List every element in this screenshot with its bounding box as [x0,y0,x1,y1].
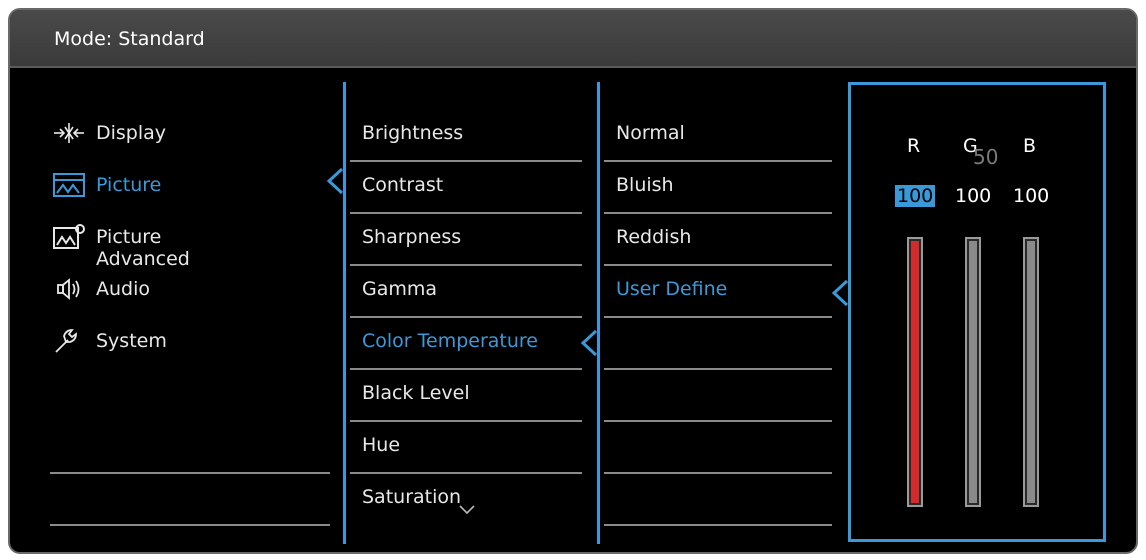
system-icon [55,329,77,353]
option-empty [604,422,832,474]
column-divider [343,82,346,544]
mode-title: Mode: Standard [54,28,205,50]
menu-label: Picture [96,174,162,196]
submenu-item-gamma[interactable]: Gamma [350,266,582,318]
option-label: Normal [616,122,685,144]
ghost-value: 50 [973,145,999,169]
level-bar-g[interactable] [965,237,981,507]
value-r[interactable]: 100 [895,185,936,207]
audio-icon [57,278,80,300]
option-empty [604,474,832,526]
option-user-define[interactable]: User Define [604,266,832,318]
chevron-left-icon [580,330,598,356]
item-label: Hue [362,434,401,456]
menu-label: System [96,330,167,352]
item-label: Black Level [362,382,470,404]
menu-item-empty [50,474,330,526]
picture-icon [53,173,85,197]
submenu-item-brightness[interactable]: Brightness [350,110,582,162]
level-bar-b[interactable] [1023,237,1039,507]
chevron-left-icon [831,280,849,306]
option-normal[interactable]: Normal [604,110,832,162]
option-empty [604,370,832,422]
item-label: Sharpness [362,226,462,248]
level-fill-b [1027,241,1035,503]
item-label: Saturation [362,486,462,508]
item-label: Color Temperature [362,330,539,352]
channel-label-r: R [907,135,921,157]
level-bar-r[interactable] [907,237,923,507]
submenu-item-contrast[interactable]: Contrast [350,162,582,214]
column-divider [597,82,600,544]
title-bar: Mode: Standard [10,10,1136,68]
level-fill-g [969,241,977,503]
option-reddish[interactable]: Reddish [604,214,832,266]
item-label: Contrast [362,174,444,196]
submenu-item-sharpness[interactable]: Sharpness [350,214,582,266]
level-fill-r [911,241,919,503]
menu-label: Display [96,122,167,144]
osd-menu: Mode: Standard Display Picture Picture A… [8,8,1138,554]
value-g[interactable]: 100 [955,185,991,207]
submenu-item-color-temperature[interactable]: Color Temperature [350,318,582,370]
option-label: Reddish [616,226,692,248]
submenu-item-hue[interactable]: Hue [350,422,582,474]
submenu-item-saturation[interactable]: Saturation [350,474,582,526]
item-label: Brightness [362,122,464,144]
value-b[interactable]: 100 [1013,185,1049,207]
picture-advanced-icon [53,224,85,249]
submenu-item-black-level[interactable]: Black Level [350,370,582,422]
chevron-down-icon[interactable] [458,504,476,516]
option-bluish[interactable]: Bluish [604,162,832,214]
rgb-adjust-panel: R G 50 B 100 100 100 [848,82,1106,542]
menu-label: Audio [96,278,151,300]
item-label: Gamma [362,278,438,300]
option-label: User Define [616,278,728,300]
channel-label-b: B [1023,135,1037,157]
menu-item-empty [50,422,330,474]
option-empty [604,318,832,370]
chevron-left-icon [326,168,344,194]
display-icon [54,123,84,143]
menu-label: Picture Advanced [96,226,190,270]
option-label: Bluish [616,174,674,196]
